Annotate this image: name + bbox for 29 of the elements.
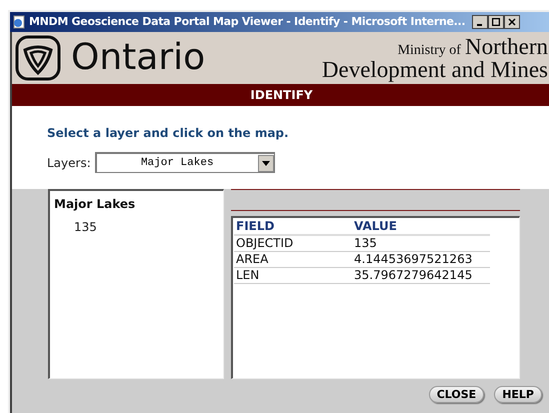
table-cell: LEN [234,268,352,284]
instruction-text: Select a layer and click on the map. [47,125,290,142]
close-icon [508,18,516,26]
table-cell: 35.7967279642145 [352,268,490,284]
close-button[interactable] [504,15,520,29]
trillium-logo-icon [15,35,61,81]
ministry-label: Ministry of [398,44,461,58]
caret-icon [262,160,270,166]
table-cell: AREA [234,252,352,268]
column-header: VALUE [352,219,490,235]
table-cell: OBJECTID [234,235,352,252]
layer-heading: Major Lakes [54,196,136,213]
window-title: MNDM Geoscience Data Portal Map Viewer - Identify - Microsoft Interne... [29,14,466,30]
dialog-button[interactable]: CLOSE [428,386,484,403]
column-header: FIELD [234,219,352,235]
feature-link[interactable]: 135 [54,218,223,236]
table-cell: 4.14453697521263 [352,252,490,268]
ministry-name: Northern [464,35,548,58]
table-cell: 135 [352,235,490,252]
ontario-wordmark: Ontario [71,40,206,76]
layers-label: Layers: [47,154,91,172]
browser-icon [12,15,26,29]
maximize-button[interactable] [488,15,504,29]
dialog-button[interactable]: HELP [494,386,542,403]
layers-dropdown[interactable]: Major Lakes [94,152,275,173]
minimize-button[interactable] [472,15,488,29]
ministry-name: Development and Mines [322,58,548,81]
section-title: IDENTIFY [250,87,313,104]
maximize-icon [492,18,500,26]
